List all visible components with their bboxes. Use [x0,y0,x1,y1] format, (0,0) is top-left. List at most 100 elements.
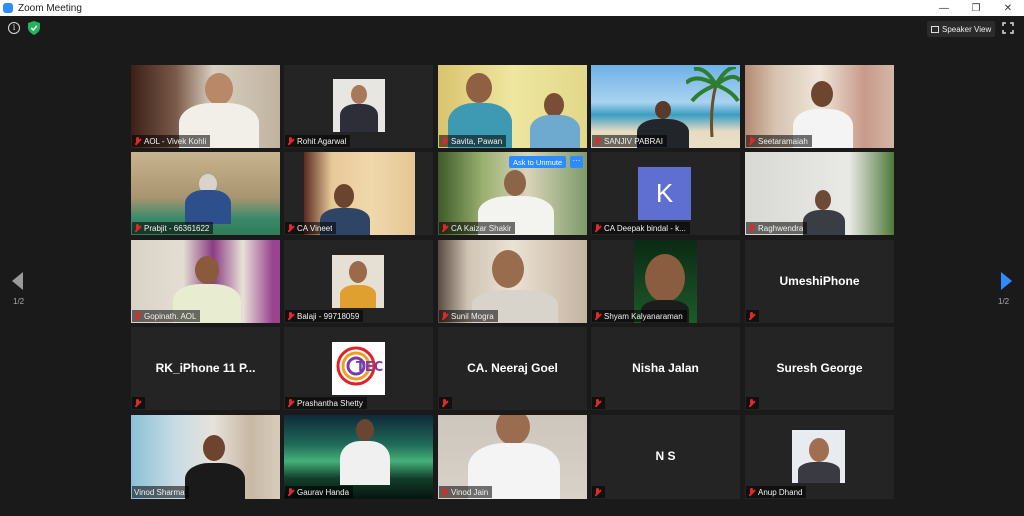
video-tile[interactable]: Gaurav Handa [284,415,433,499]
muted-mic-icon [748,487,755,497]
title-bar: Zoom Meeting [0,0,1024,16]
fullscreen-icon[interactable] [1002,22,1014,34]
muted-mic-icon [748,398,755,408]
muted-mic-icon [134,311,141,321]
previous-page-arrow-icon[interactable] [12,272,24,290]
participant-name: Shyam Kalyanaraman [604,311,683,321]
participant-name-tag: Prabjit - 66361622 [132,222,214,234]
participant-name: Prashantha Shetty [297,398,363,408]
participant-name-tag: Shyam Kalyanaraman [592,310,687,322]
muted-mic-icon [287,223,294,233]
participant-display-name: Suresh George [776,361,863,375]
muted-mic-icon [594,398,601,408]
video-tile[interactable]: Anup Dhand [745,415,894,499]
profile-photo [333,79,385,132]
participant-name: CA Kaizar Shakir [451,223,512,233]
muted-mic-icon [594,487,601,497]
participant-name-tag: Gopinath. AOL [132,310,201,322]
muted-mic-icon [134,223,141,233]
participant-name-tag: Rohit Agarwal [285,135,351,147]
muted-mic-icon [441,311,448,321]
video-tile[interactable]: AOL - Vivek Kohli [131,65,280,148]
participant-name-tag: Prashantha Shetty [285,397,367,409]
participant-name: Balaji - 99718059 [297,311,360,321]
video-tile[interactable]: Savita, Pawan [438,65,587,148]
participant-name-tag: Gaurav Handa [285,486,354,498]
video-tile[interactable]: Rohit Agarwal [284,65,433,148]
maximize-button[interactable]: ❐ [960,0,992,16]
participant-name-tag: Anup Dhand [746,486,807,498]
muted-mic-icon [594,223,601,233]
participant-name-tag: AOL - Vivek Kohli [132,135,211,147]
video-tile[interactable]: Shyam Kalyanaraman [591,240,740,323]
video-tile[interactable]: Suresh George [745,327,894,410]
muted-mic-icon [287,487,294,497]
minimize-button[interactable]: — [928,0,960,16]
video-tile-active-speaker[interactable]: Vinod Sharma [131,415,280,499]
window-title: Zoom Meeting [18,2,82,14]
video-tile[interactable]: TEC Prashantha Shetty [284,327,433,410]
more-options-button[interactable]: ··· [570,156,583,168]
muted-mic-icon [441,487,448,497]
participant-name-tag: Vinod Sharma [132,486,189,498]
video-tile[interactable]: SANJIV PABRAI [591,65,740,148]
video-tile[interactable]: Prabjit - 66361622 [131,152,280,235]
zoom-app-icon [3,3,13,13]
video-tile[interactable]: Nisha Jalan [591,327,740,410]
participant-name-tag: SANJIV PABRAI [592,135,667,147]
video-tile[interactable]: CA Vineet [284,152,433,235]
video-tile[interactable]: Ask to Unmute ··· CA Kaizar Shakir [438,152,587,235]
muted-mic-icon [287,398,294,408]
next-page-arrow-icon[interactable] [1000,272,1012,290]
participant-name-tag [746,397,759,409]
muted-mic-icon [748,311,755,321]
participant-name-tag: Savita, Pawan [439,135,507,147]
participant-name-tag [746,310,759,322]
video-tile[interactable]: Gopinath. AOL [131,240,280,323]
muted-mic-icon [441,136,448,146]
muted-mic-icon [748,223,755,233]
meeting-info-icon[interactable]: i [8,22,20,34]
profile-photo [332,255,384,308]
video-tile[interactable]: Balaji - 99718059 [284,240,433,323]
video-tile[interactable]: UmeshiPhone [745,240,894,323]
muted-mic-icon [748,136,755,146]
video-tile[interactable]: CA. Neeraj Goel [438,327,587,410]
video-tile[interactable]: RK_iPhone 11 P... [131,327,280,410]
video-tile[interactable]: Sunil Mogra [438,240,587,323]
participant-name: Raghwendra [758,223,804,233]
participant-display-name: N S [655,449,676,463]
meeting-top-bar: i Speaker View [0,16,1024,42]
muted-mic-icon [287,311,294,321]
muted-mic-icon [594,311,601,321]
participant-name-tag: CA Kaizar Shakir [439,222,516,234]
participant-display-name: RK_iPhone 11 P... [155,361,256,375]
video-tile[interactable]: N S [591,415,740,499]
participant-name-tag: Raghwendra [746,222,808,234]
video-tile[interactable]: Seetaramaiah [745,65,894,148]
participant-name-tag: Seetaramaiah [746,135,812,147]
logo-text: TEC [356,360,384,375]
close-button[interactable]: ✕ [992,0,1024,16]
video-tile[interactable]: Vinod Jain [438,415,587,499]
participant-name-tag: Balaji - 99718059 [285,310,364,322]
speaker-view-button[interactable]: Speaker View [927,21,995,37]
muted-mic-icon [441,223,448,233]
ask-to-unmute-button[interactable]: Ask to Unmute [509,156,567,168]
participant-name: AOL - Vivek Kohli [144,136,207,146]
participant-name-tag: CA Vineet [285,222,337,234]
participant-name-tag: Sunil Mogra [439,310,498,322]
page-indicator-left: 1/2 [13,297,25,306]
participant-name: Gaurav Handa [297,487,350,497]
profile-photo [792,430,845,483]
participant-name: CA Vineet [297,223,333,233]
participant-name: Vinod Sharma [134,487,185,497]
participant-avatar: K [638,167,691,220]
video-tile[interactable]: K CA Deepak bindal - k... [591,152,740,235]
video-tile[interactable]: Raghwendra [745,152,894,235]
participant-name: Gopinath. AOL [144,311,197,321]
participant-display-name: Nisha Jalan [632,361,699,375]
page-indicator-right: 1/2 [998,297,1010,306]
encryption-shield-icon[interactable] [28,21,40,35]
participant-display-name: CA. Neeraj Goel [467,361,558,375]
